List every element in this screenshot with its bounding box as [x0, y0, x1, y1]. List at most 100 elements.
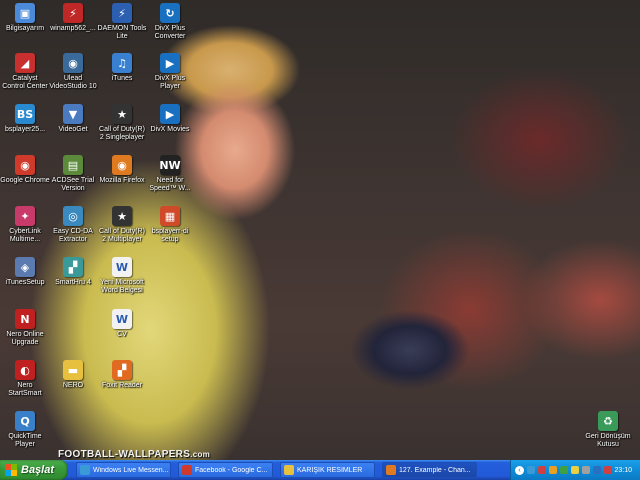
- bilgisayar-m-icon: ▣: [15, 3, 35, 23]
- ulead-videostudio-10-icon: ◉: [63, 53, 83, 73]
- taskbar-button[interactable]: 127. Example - Chan...: [382, 462, 477, 478]
- taskbar-button[interactable]: KARIŞIK RESİMLER: [280, 462, 375, 478]
- taskbar-button[interactable]: Facebook - Google C...: [178, 462, 273, 478]
- desktop-icon-label: Geri Dönüşüm Kutusu: [585, 433, 631, 448]
- tray-icon[interactable]: [604, 466, 612, 474]
- desktop-icon-geri-d-n-m-kutusu[interactable]: ♻ Geri Dönüşüm Kutusu: [579, 411, 637, 449]
- start-button[interactable]: Başlat: [0, 460, 68, 480]
- itunes-icon: ♫: [112, 53, 132, 73]
- tray-icon[interactable]: [538, 466, 546, 474]
- desktop-icon-label: NERO: [62, 382, 84, 389]
- call-of-duty-r-2-multiplayer-icon: ★: [112, 206, 132, 226]
- mozilla-firefox-icon: ◉: [112, 155, 132, 175]
- desktop-icon-label: ACDSee Trial Version: [51, 177, 95, 192]
- desktop-icon-label: Call of Duty(R) 2 Singleplayer: [99, 126, 145, 141]
- taskbar-button-label: 127. Example - Chan...: [399, 466, 471, 474]
- divx-plus-player-icon: ▶: [160, 53, 180, 73]
- app-icon: [284, 465, 294, 475]
- desktop-icon-foxit-reader[interactable]: ▞ Foxit Reader: [93, 360, 151, 390]
- call-of-duty-r-2-singleplayer-icon: ★: [112, 104, 132, 124]
- clock[interactable]: 23:10: [614, 467, 632, 474]
- tray-icon[interactable]: [527, 466, 535, 474]
- desktop-icon-yeni-microsoft-word-belgesi[interactable]: W Yeni Microsoft Word Belgesi: [93, 257, 151, 295]
- easy-cd-da-extractor-icon: ◎: [63, 206, 83, 226]
- smarthru-4-icon: ▞: [63, 257, 83, 277]
- desktop-icon-cv[interactable]: W CV: [93, 309, 151, 339]
- desktop-icon-label: Mozilla Firefox: [99, 177, 145, 184]
- tray-icon[interactable]: [593, 466, 601, 474]
- tray-icon[interactable]: [582, 466, 590, 474]
- desktop-icon-label: QuickTime Player: [8, 433, 42, 448]
- watermark-text: FOOTBALL-WALLPAPERS: [58, 449, 191, 460]
- nero-online-upgrade-icon: N: [15, 309, 35, 329]
- desktop-icon-label: Nero Online Upgrade: [6, 331, 44, 346]
- cyberlink-multime-icon: ✦: [15, 206, 35, 226]
- tray-icon[interactable]: [549, 466, 557, 474]
- show-hidden-icons-button[interactable]: ‹: [515, 465, 524, 475]
- desktop-icon-label: iTunesSetup: [5, 279, 45, 286]
- desktop-icon-label: Easy CD-DA Extractor: [53, 228, 93, 243]
- daemon-tools-lite-icon: ⚡: [112, 3, 132, 23]
- desktop-icon-label: Foxit Reader: [101, 382, 143, 389]
- acdsee-trial-version-icon: ▤: [63, 155, 83, 175]
- nero-startsmart-icon: ◐: [15, 360, 35, 380]
- desktop-icon-label: iTunes: [111, 75, 133, 82]
- desktop-icon-label: CV: [117, 331, 127, 338]
- desktop-icon-label: winamp562_...: [50, 25, 96, 32]
- nero-icon: ▬: [63, 360, 83, 380]
- taskbar-button[interactable]: Windows Live Messen...: [76, 462, 171, 478]
- app-icon: [80, 465, 90, 475]
- taskbar: Başlat Windows Live Messen... Facebook - …: [0, 460, 640, 480]
- bsplayerr-di-setup-icon: ▦: [160, 206, 180, 226]
- desktop-icon-label: Ulead VideoStudio 10: [49, 75, 97, 90]
- desktop-icon-label: SmartHru 4: [55, 279, 91, 286]
- desktop-icon-label: bsplayerr-di setup: [151, 228, 189, 243]
- taskbar-button-label: KARIŞIK RESİMLER: [297, 466, 363, 474]
- quicktime-player-icon: Q: [15, 411, 35, 431]
- tray-icon[interactable]: [571, 466, 579, 474]
- wallpaper-watermark: FOOTBALL-WALLPAPERS.com: [58, 449, 210, 460]
- start-label: Başlat: [21, 464, 55, 476]
- foxit-reader-icon: ▞: [112, 360, 132, 380]
- desktop-icon-quicktime-player[interactable]: Q QuickTime Player: [0, 411, 54, 449]
- system-tray: ‹ 23:10: [510, 460, 640, 480]
- desktop-icon-label: Need for Speed™ W...: [149, 177, 191, 192]
- cv-icon: W: [112, 309, 132, 329]
- desktop-icon-label: DAEMON Tools Lite: [97, 25, 147, 40]
- app-icon: [182, 465, 192, 475]
- desktop-icon-label: DivX Plus Player: [154, 75, 186, 90]
- desktop-icon-label: Google Chrome: [0, 177, 50, 184]
- desktop-icon-label: Catalyst Control Center: [2, 75, 48, 90]
- watermark-domain: .com: [190, 450, 211, 459]
- need-for-speed-w-icon: NW: [159, 155, 181, 175]
- desktop-icon-label: CyberLink Multime...: [9, 228, 41, 243]
- desktop-icon-divx-movies[interactable]: ▶ DivX Movies: [141, 104, 199, 134]
- videoget-icon: ▼: [63, 104, 83, 124]
- taskbar-button-label: Windows Live Messen...: [93, 466, 169, 474]
- desktop-icon-label: bsplayer25...: [4, 126, 46, 133]
- desktop-icon-label: VideoGet: [58, 126, 88, 133]
- catalyst-control-center-icon: ◢: [15, 53, 35, 73]
- winamp562-icon: ⚡: [63, 3, 83, 23]
- desktop-icon-label: Bilgisayarım: [5, 25, 45, 32]
- desktop-icon-label: DivX Plus Converter: [154, 25, 186, 40]
- desktop-icon-nero-online-upgrade[interactable]: N Nero Online Upgrade: [0, 309, 54, 347]
- desktop-icon-label: Nero StartSmart: [8, 382, 42, 397]
- tray-icons: [527, 466, 615, 474]
- desktop: ▣ Bilgisayarım ⚡ winamp562_... ⚡ DAEMON Tools…: [0, 0, 640, 460]
- windows-logo-icon: [5, 464, 17, 476]
- desktop-icon-need-for-speed-w[interactable]: NW Need for Speed™ W...: [141, 155, 199, 193]
- desktop-icon-divx-plus-converter[interactable]: ↻ DivX Plus Converter: [141, 3, 199, 41]
- desktop-icon-divx-plus-player[interactable]: ▶ DivX Plus Player: [141, 53, 199, 91]
- desktop-icon-label: DivX Movies: [150, 126, 190, 133]
- geri-d-n-m-kutusu-icon: ♻: [598, 411, 618, 431]
- desktop-icon-label: Call of Duty(R) 2 Multiplayer: [99, 228, 145, 243]
- bsplayer25-icon: BS: [15, 104, 35, 124]
- desktop-icon-label: Yeni Microsoft Word Belgesi: [100, 279, 144, 294]
- taskbar-button-label: Facebook - Google C...: [195, 466, 268, 474]
- yeni-microsoft-word-belgesi-icon: W: [112, 257, 132, 277]
- tray-icon[interactable]: [560, 466, 568, 474]
- desktop-icon-bsplayerr-di-setup[interactable]: ▦ bsplayerr-di setup: [141, 206, 199, 244]
- divx-plus-converter-icon: ↻: [160, 3, 180, 23]
- google-chrome-icon: ◉: [15, 155, 35, 175]
